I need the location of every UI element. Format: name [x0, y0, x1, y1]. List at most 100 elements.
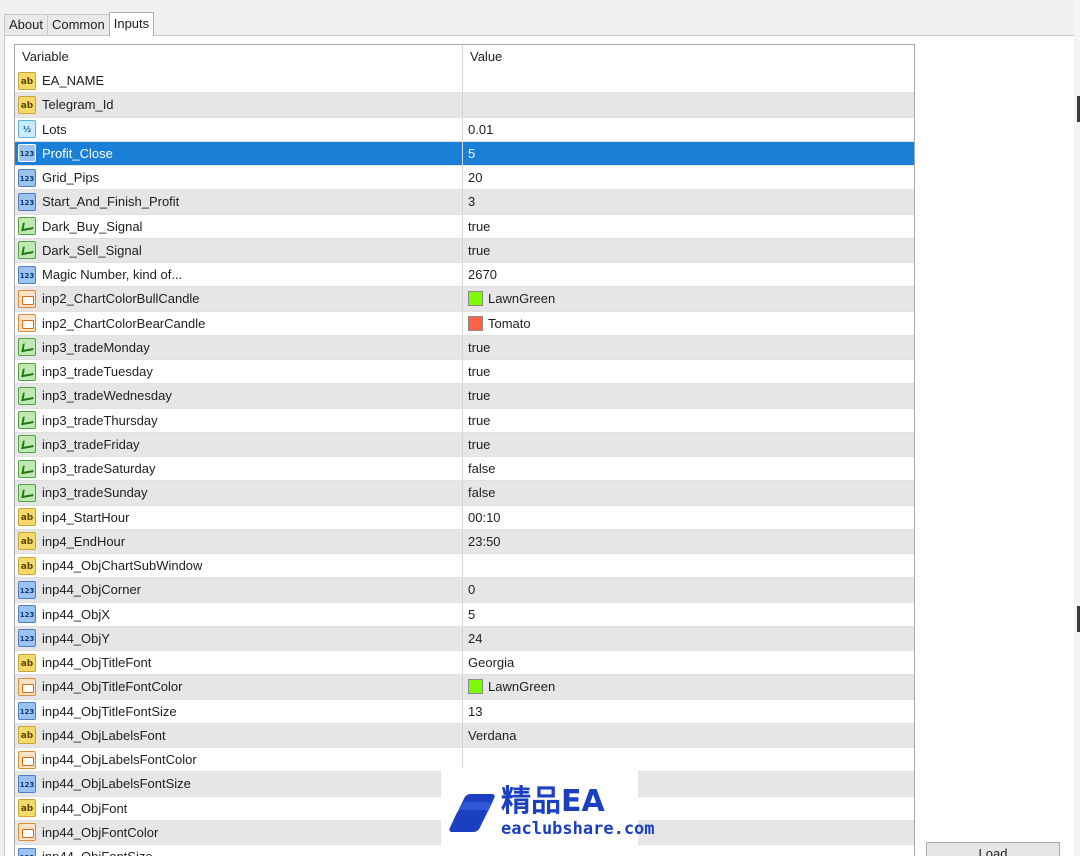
table-row[interactable]: ½ Lots 0.01: [15, 117, 914, 142]
value-cell[interactable]: [463, 69, 914, 92]
value-cell[interactable]: 23:50: [463, 529, 914, 553]
table-row[interactable]: 123 Magic Number, kind of... 2670: [15, 263, 914, 288]
value-cell[interactable]: true: [463, 238, 914, 262]
value-cell[interactable]: 3: [463, 190, 914, 214]
variable-cell[interactable]: ab Telegram_Id: [15, 93, 463, 117]
variable-cell[interactable]: inp44_ObjTitleFontColor: [15, 675, 463, 699]
variable-cell[interactable]: ab inp44_ObjFont: [15, 796, 463, 820]
variable-name: inp44_ObjTitleFontSize: [42, 703, 177, 719]
variable-cell[interactable]: ab inp44_ObjLabelsFont: [15, 723, 463, 747]
variable-cell[interactable]: ab EA_NAME: [15, 69, 463, 93]
variable-cell[interactable]: inp3_tradeWednesday: [15, 384, 463, 408]
tab-about[interactable]: About: [4, 14, 48, 36]
variable-cell[interactable]: inp3_tradeSunday: [15, 481, 463, 505]
tab-common[interactable]: Common: [46, 14, 110, 36]
value-cell[interactable]: true: [463, 360, 914, 383]
variable-cell[interactable]: ab inp44_ObjChartSubWindow: [15, 554, 463, 578]
string-type-icon: ab: [18, 71, 36, 90]
variable-cell[interactable]: ab inp44_ObjTitleFont: [15, 651, 463, 675]
table-row[interactable]: 123 inp44_ObjY 24: [15, 626, 914, 651]
variable-cell[interactable]: 123 Magic Number, kind of...: [15, 263, 463, 287]
value-cell[interactable]: true: [463, 409, 914, 432]
variable-cell[interactable]: inp2_ChartColorBullCandle: [15, 287, 463, 311]
table-row[interactable]: ab EA_NAME: [15, 69, 914, 94]
table-row[interactable]: inp3_tradeFriday true: [15, 432, 914, 457]
value-cell[interactable]: Georgia: [463, 651, 914, 674]
table-row[interactable]: 123 inp44_ObjCorner 0: [15, 578, 914, 603]
table-row[interactable]: ab inp4_EndHour 23:50: [15, 529, 914, 554]
variable-cell[interactable]: 123 inp44_ObjCorner: [15, 578, 463, 602]
table-row[interactable]: inp2_ChartColorBullCandle LawnGreen: [15, 287, 914, 312]
table-row[interactable]: inp3_tradeTuesday true: [15, 360, 914, 385]
variable-cell[interactable]: 123 Start_And_Finish_Profit: [15, 190, 463, 214]
variable-cell[interactable]: inp3_tradeTuesday: [15, 360, 463, 384]
variable-cell[interactable]: ab inp4_EndHour: [15, 529, 463, 553]
value-cell[interactable]: true: [463, 335, 914, 359]
tab-inputs[interactable]: Inputs: [108, 12, 155, 36]
table-row[interactable]: ab inp44_ObjChartSubWindow: [15, 554, 914, 579]
table-row[interactable]: ab Telegram_Id: [15, 93, 914, 118]
variable-cell[interactable]: inp2_ChartColorBearCandle: [15, 311, 463, 335]
variable-cell[interactable]: 123 Profit_Close: [15, 141, 463, 165]
value-cell[interactable]: [463, 93, 914, 117]
table-row[interactable]: Dark_Sell_Signal true: [15, 238, 914, 263]
table-row[interactable]: ab inp4_StartHour 00:10: [15, 505, 914, 530]
value-cell[interactable]: true: [463, 432, 914, 456]
value-text: true: [468, 436, 491, 452]
value-cell[interactable]: [463, 554, 914, 577]
value-cell[interactable]: 2670: [463, 263, 914, 286]
variable-cell[interactable]: inp3_tradeSaturday: [15, 457, 463, 481]
value-cell[interactable]: 20: [463, 166, 914, 189]
variable-cell[interactable]: 123 inp44_ObjTitleFontSize: [15, 699, 463, 723]
column-header-value[interactable]: Value: [463, 45, 914, 69]
value-cell[interactable]: 00:10: [463, 506, 914, 529]
value-cell[interactable]: 5: [463, 603, 914, 626]
table-row[interactable]: inp2_ChartColorBearCandle Tomato: [15, 311, 914, 336]
value-cell[interactable]: LawnGreen: [463, 287, 914, 311]
table-row[interactable]: inp3_tradeMonday true: [15, 335, 914, 360]
table-row[interactable]: ab inp44_ObjTitleFont Georgia: [15, 651, 914, 676]
table-row[interactable]: inp3_tradeWednesday true: [15, 384, 914, 409]
table-row[interactable]: inp3_tradeSunday false: [15, 481, 914, 506]
variable-cell[interactable]: ½ Lots: [15, 117, 463, 141]
variable-cell[interactable]: inp44_ObjFontColor: [15, 820, 463, 844]
table-row[interactable]: Dark_Buy_Signal true: [15, 214, 914, 239]
value-cell[interactable]: true: [463, 215, 914, 238]
value-cell[interactable]: false: [463, 457, 914, 480]
value-cell[interactable]: true: [463, 384, 914, 408]
table-row[interactable]: ab inp44_ObjLabelsFont Verdana: [15, 723, 914, 748]
table-row[interactable]: 123 Profit_Close 5: [15, 141, 914, 166]
variable-name: inp4_StartHour: [42, 509, 130, 525]
value-cell[interactable]: LawnGreen: [463, 675, 914, 699]
value-cell[interactable]: Tomato: [463, 312, 914, 335]
variable-cell[interactable]: Dark_Sell_Signal: [15, 238, 463, 262]
table-row[interactable]: 123 Grid_Pips 20: [15, 166, 914, 191]
variable-cell[interactable]: ab inp4_StartHour: [15, 505, 463, 529]
variable-cell[interactable]: inp44_ObjLabelsFontColor: [15, 748, 463, 772]
variable-cell[interactable]: 123 inp44_ObjX: [15, 602, 463, 626]
variable-cell[interactable]: 123 inp44_ObjFontSize: [15, 845, 463, 856]
value-cell[interactable]: 0: [463, 578, 914, 602]
value-cell[interactable]: 0.01: [463, 118, 914, 141]
load-button[interactable]: Load: [926, 842, 1060, 856]
variable-cell[interactable]: Dark_Buy_Signal: [15, 214, 463, 238]
value-cell[interactable]: 13: [463, 700, 914, 723]
variable-cell[interactable]: inp3_tradeFriday: [15, 432, 463, 456]
value-cell[interactable]: 24: [463, 626, 914, 650]
table-row[interactable]: inp3_tradeSaturday false: [15, 457, 914, 482]
value-cell[interactable]: Verdana: [463, 723, 914, 747]
variable-cell[interactable]: 123 inp44_ObjY: [15, 626, 463, 650]
variable-cell[interactable]: 123 Grid_Pips: [15, 166, 463, 190]
table-row[interactable]: inp44_ObjTitleFontColor LawnGreen: [15, 675, 914, 700]
value-text: Verdana: [468, 727, 517, 743]
table-row[interactable]: 123 inp44_ObjX 5: [15, 602, 914, 627]
value-cell[interactable]: false: [463, 481, 914, 505]
column-header-variable[interactable]: Variable: [15, 45, 463, 69]
variable-cell[interactable]: 123 inp44_ObjLabelsFontSize: [15, 772, 463, 796]
table-row[interactable]: 123 Start_And_Finish_Profit 3: [15, 190, 914, 215]
variable-cell[interactable]: inp3_tradeThursday: [15, 408, 463, 432]
table-row[interactable]: inp3_tradeThursday true: [15, 408, 914, 433]
value-cell[interactable]: 5: [463, 141, 914, 165]
variable-cell[interactable]: inp3_tradeMonday: [15, 335, 463, 359]
table-row[interactable]: 123 inp44_ObjTitleFontSize 13: [15, 699, 914, 724]
